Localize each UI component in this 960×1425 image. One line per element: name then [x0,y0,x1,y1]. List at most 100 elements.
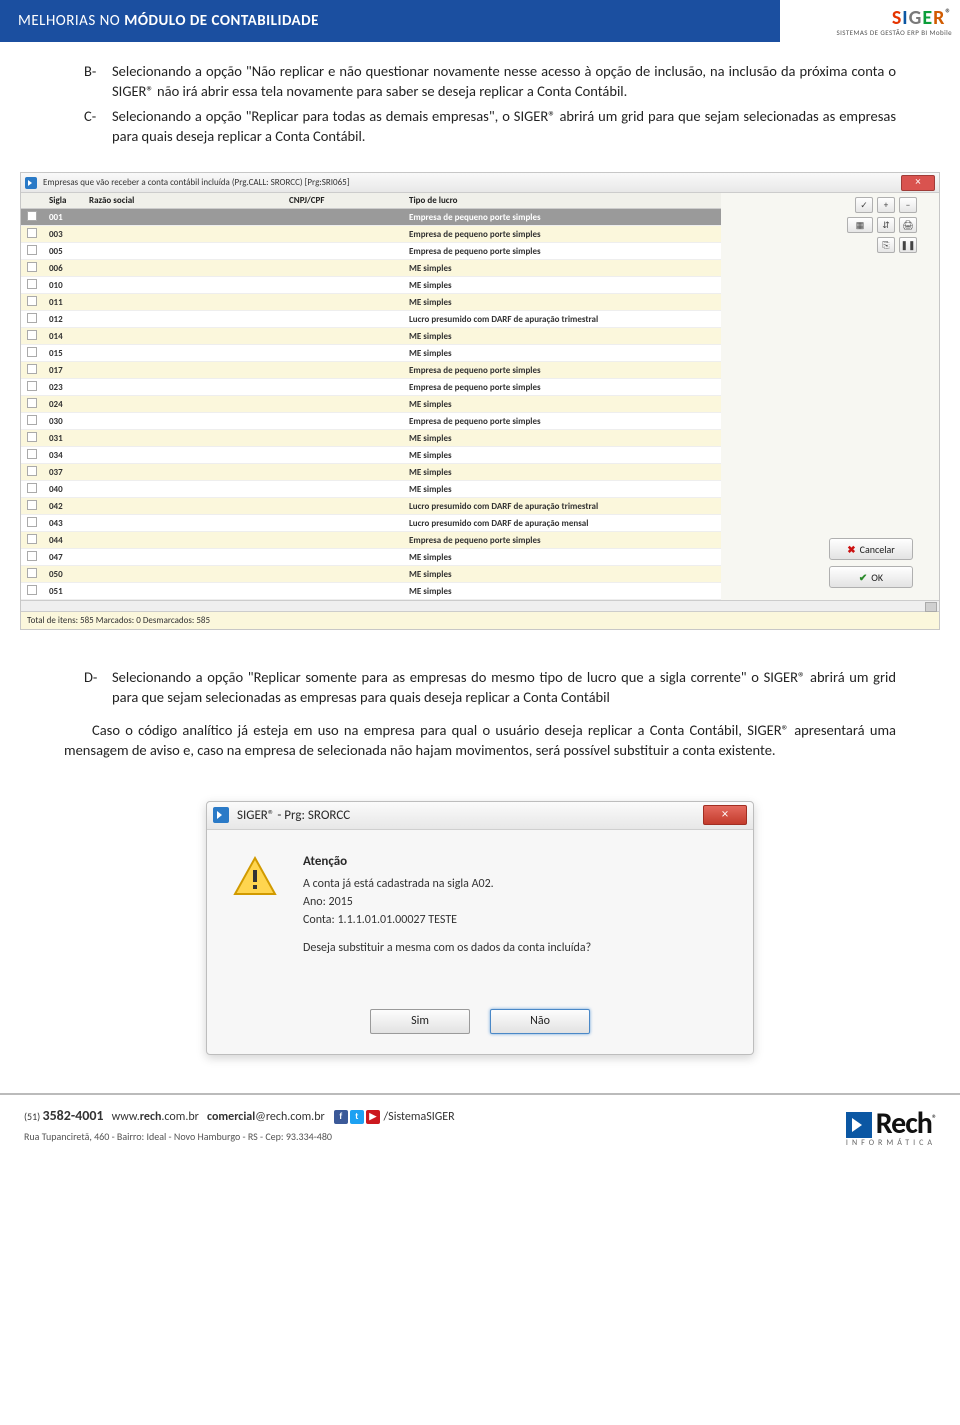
ok-button[interactable]: ✔OK [829,566,913,588]
cell-razao [83,311,283,328]
cell-sigla: 042 [43,498,83,515]
dialog-close-button[interactable]: × [703,805,747,825]
app-icon [213,807,229,823]
flip-button[interactable]: ⇵ [877,217,895,233]
cell-razao [83,209,283,226]
nao-button[interactable]: Não [490,1009,590,1034]
cell-sigla: 005 [43,243,83,260]
horizontal-scrollbar[interactable] [21,600,939,611]
table-row[interactable]: 050ME simples [21,566,721,583]
row-checkbox[interactable] [21,549,43,566]
table-row[interactable]: 014ME simples [21,328,721,345]
row-checkbox[interactable] [21,481,43,498]
grid-titlebar[interactable]: Empresas que vão receber a conta contábi… [21,173,939,193]
cell-tipo: ME simples [403,583,721,600]
row-checkbox[interactable] [21,362,43,379]
cell-razao [83,515,283,532]
col-tipo[interactable]: Tipo de lucro [403,193,721,209]
table-row[interactable]: 037ME simples [21,464,721,481]
companies-grid-window: Empresas que vão receber a conta contábi… [20,172,940,630]
cancel-button[interactable]: ✖Cancelar [829,538,913,560]
table-row[interactable]: 010ME simples [21,277,721,294]
row-checkbox[interactable] [21,243,43,260]
row-checkbox[interactable] [21,566,43,583]
dialog-line1: A conta já está cadastrada na sigla A02. [303,877,729,891]
footer-brand: Rech® INFORMÁTICA [846,1105,936,1148]
col-sigla[interactable]: Sigla [43,193,83,209]
col-cnpj[interactable]: CNPJ/CPF [283,193,403,209]
cell-tipo: Empresa de pequeno porte simples [403,362,721,379]
cell-cnpj [283,209,403,226]
row-checkbox[interactable] [21,396,43,413]
row-checkbox[interactable] [21,277,43,294]
table-row[interactable]: 023Empresa de pequeno porte simples [21,379,721,396]
footer-contact-line: (51) 3582-4001 www.rech.com.br comercial… [24,1105,455,1126]
pause-button[interactable]: ❚❚ [899,237,917,253]
cell-sigla: 044 [43,532,83,549]
table-row[interactable]: 003Empresa de pequeno porte simples [21,226,721,243]
check-all-button[interactable]: ✓ [855,197,873,213]
table-row[interactable]: 044Empresa de pequeno porte simples [21,532,721,549]
export-button[interactable]: ⎘ [877,237,895,253]
cell-cnpj [283,583,403,600]
cell-tipo: ME simples [403,396,721,413]
row-checkbox[interactable] [21,464,43,481]
print-button[interactable]: 🖨 [899,217,917,233]
table-row[interactable]: 017Empresa de pequeno porte simples [21,362,721,379]
cell-sigla: 003 [43,226,83,243]
grid-title-text: Empresas que vão receber a conta contábi… [43,177,897,188]
table-row[interactable]: 015ME simples [21,345,721,362]
table-row[interactable]: 005Empresa de pequeno porte simples [21,243,721,260]
table-row[interactable]: 031ME simples [21,430,721,447]
cell-cnpj [283,379,403,396]
row-checkbox[interactable] [21,311,43,328]
cell-sigla: 010 [43,277,83,294]
twitter-icon: t [350,1110,364,1124]
siger-logo: SIGER® SISTEMAS DE GESTÃO ERP BI Mobile [780,0,960,42]
dialog-titlebar[interactable]: SIGER® - Prg: SRORCC × [207,802,753,830]
table-row[interactable]: 012Lucro presumido com DARF de apuração … [21,311,721,328]
table-row[interactable]: 006ME simples [21,260,721,277]
row-checkbox[interactable] [21,583,43,600]
table-row[interactable]: 001Empresa de pequeno porte simples [21,209,721,226]
table-row[interactable]: 051ME simples [21,583,721,600]
row-checkbox[interactable] [21,294,43,311]
row-checkbox[interactable] [21,260,43,277]
table-row[interactable]: 011ME simples [21,294,721,311]
row-checkbox[interactable] [21,430,43,447]
table-row[interactable]: 030Empresa de pequeno porte simples [21,413,721,430]
row-checkbox[interactable] [21,328,43,345]
row-checkbox[interactable] [21,447,43,464]
grid-layout-button[interactable]: ▦ [847,217,873,233]
expand-plus-button[interactable]: + [877,197,895,213]
sim-button[interactable]: Sim [370,1009,470,1034]
row-checkbox[interactable] [21,413,43,430]
cell-cnpj [283,549,403,566]
cell-cnpj [283,260,403,277]
row-checkbox[interactable] [21,498,43,515]
row-checkbox[interactable] [21,345,43,362]
row-checkbox[interactable] [21,515,43,532]
row-checkbox[interactable] [21,209,43,226]
table-row[interactable]: 047ME simples [21,549,721,566]
row-checkbox[interactable] [21,379,43,396]
table-row[interactable]: 043Lucro presumido com DARF de apuração … [21,515,721,532]
cell-sigla: 050 [43,566,83,583]
companies-table[interactable]: Sigla Razão social CNPJ/CPF Tipo de lucr… [21,193,721,600]
col-razao[interactable]: Razão social [83,193,283,209]
list-letter-b: B- [84,62,112,101]
row-checkbox[interactable] [21,532,43,549]
header-title-bar: MELHORIAS NO MÓDULO DE CONTABILIDADE [0,0,780,42]
table-row[interactable]: 034ME simples [21,447,721,464]
row-checkbox[interactable] [21,226,43,243]
header-title-prefix: MELHORIAS NO [18,12,120,30]
table-row[interactable]: 042Lucro presumido com DARF de apuração … [21,498,721,515]
list-letter-d: D- [84,668,112,707]
table-row[interactable]: 040ME simples [21,481,721,498]
close-button[interactable]: × [901,175,935,191]
cell-razao [83,498,283,515]
cell-tipo: Empresa de pequeno porte simples [403,379,721,396]
table-row[interactable]: 024ME simples [21,396,721,413]
list-text-b: Selecionando a opção "Não replicar e não… [112,62,896,101]
collapse-minus-button[interactable]: − [899,197,917,213]
